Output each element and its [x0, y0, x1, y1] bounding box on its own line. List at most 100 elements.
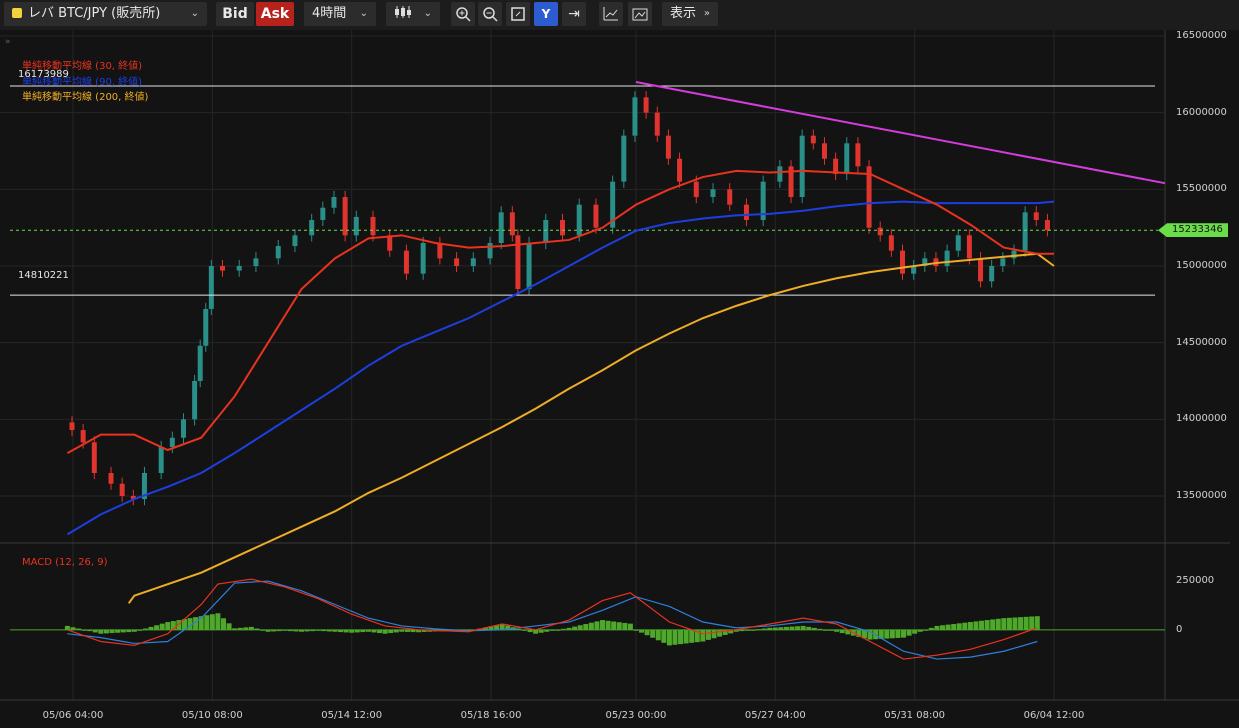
macd-histogram-bar — [689, 629, 695, 643]
macd-histogram-bar — [923, 629, 929, 631]
display-menu[interactable]: 表示 » — [662, 2, 718, 26]
macd-histogram-bar — [1029, 616, 1035, 630]
x-tick: 05/06 04:00 — [42, 710, 104, 721]
macd-histogram-bar — [600, 620, 606, 630]
macd-histogram-bar — [839, 629, 845, 634]
candle-body — [192, 381, 198, 420]
macd-histogram-bar — [661, 629, 667, 643]
screenshot-icon[interactable] — [628, 2, 652, 26]
macd-histogram-bar — [834, 629, 840, 632]
macd-histogram-bar — [901, 629, 907, 638]
macd-histogram-bar — [81, 629, 87, 631]
macd-histogram-bar — [115, 629, 121, 633]
timeframe-select[interactable]: 4時間 ⌄ — [304, 2, 376, 26]
macd-histogram-bar — [767, 627, 773, 630]
toolbar: レバ BTC/JPY (販売所) ⌄ Bid Ask 4時間 ⌄ ⌄ Y ⇥ 表… — [0, 0, 1239, 30]
candlestick-icon — [395, 6, 411, 18]
macd-histogram-bar — [756, 629, 762, 631]
macd-histogram-bar — [276, 629, 282, 632]
macd-histogram-bar — [521, 629, 527, 631]
current-price-flag: 15233346 — [1158, 223, 1228, 238]
macd-histogram-bar — [393, 629, 399, 633]
macd-histogram-bar — [209, 614, 215, 630]
chart-type-select[interactable]: ⌄ — [386, 2, 440, 26]
candle-body — [203, 308, 209, 346]
candle-body — [955, 235, 961, 251]
macd-histogram-bar — [945, 624, 951, 630]
macd-histogram-bar — [951, 623, 957, 630]
macd-histogram-bar — [1034, 616, 1040, 630]
macd-histogram-bar — [995, 618, 1001, 630]
macd-histogram-bar — [783, 626, 789, 630]
macd-histogram-bar — [678, 629, 684, 645]
macd-histogram-bar — [577, 625, 583, 630]
macd-histogram-bar — [817, 628, 823, 630]
chevron-down-icon: ⌄ — [190, 8, 199, 19]
chart-canvas[interactable]: » — [0, 30, 1239, 728]
macd-histogram-bar — [934, 625, 940, 630]
macd-histogram-bar — [666, 629, 672, 646]
symbol-select[interactable]: レバ BTC/JPY (販売所) ⌄ — [4, 2, 207, 26]
macd-histogram-bar — [527, 629, 533, 633]
macd-histogram-bar — [332, 629, 338, 632]
macd-histogram-bar — [917, 629, 923, 632]
macd-histogram-bar — [120, 629, 126, 633]
macd-histogram-bar — [962, 622, 968, 630]
macd-histogram-bar — [64, 625, 70, 630]
macd-histogram-bar — [404, 629, 410, 632]
zoom-in-icon[interactable] — [451, 2, 475, 26]
macd-histogram-bar — [154, 625, 160, 630]
candle-body — [169, 437, 175, 447]
macd-histogram-bar — [126, 629, 132, 633]
macd-histogram-bar — [789, 626, 795, 630]
macd-histogram-bar — [354, 629, 360, 633]
macd-histogram-bar — [611, 621, 617, 630]
macd-histogram-bar — [109, 629, 115, 634]
candle-body — [420, 243, 426, 274]
candle-body — [197, 345, 203, 381]
macd-histogram-bar — [321, 629, 327, 632]
macd-histogram-bar — [555, 629, 561, 631]
macd-histogram-bar — [299, 629, 305, 632]
x-tick: 05/10 08:00 — [181, 710, 243, 721]
macd-histogram-bar — [650, 629, 656, 638]
macd-histogram-bar — [711, 629, 717, 639]
symbol-color-icon — [12, 8, 22, 18]
macd-histogram-bar — [912, 629, 918, 634]
macd-histogram-bar — [956, 623, 962, 630]
ask-button[interactable]: Ask — [256, 2, 294, 26]
macd-histogram-bar — [304, 629, 310, 632]
macd-histogram-bar — [1012, 617, 1018, 630]
add-indicator-icon[interactable] — [599, 2, 623, 26]
macd-histogram-bar — [655, 629, 661, 641]
hline-upper-label: 16173989 — [18, 69, 69, 80]
y-tick: 15500000 — [1176, 183, 1227, 195]
x-tick: 05/27 04:00 — [744, 710, 806, 721]
candle-body — [799, 135, 805, 197]
macd-histogram-bar — [70, 627, 76, 630]
candle-body — [1044, 220, 1050, 231]
candle-body — [208, 266, 214, 309]
collapse-icon[interactable]: » — [5, 37, 11, 47]
auto-scale-icon[interactable]: Y — [534, 2, 558, 26]
y-tick: 16000000 — [1176, 106, 1227, 118]
candle-body — [275, 246, 281, 259]
macd-histogram-bar — [338, 629, 344, 633]
jump-latest-icon[interactable]: ⇥ — [562, 2, 586, 26]
macd-histogram-bar — [940, 625, 946, 630]
macd-histogram-bar — [271, 629, 277, 632]
y-tick: 14000000 — [1176, 413, 1227, 425]
macd-histogram-bar — [326, 629, 332, 632]
y-tick: 13500000 — [1176, 490, 1227, 501]
macd-histogram-bar — [237, 627, 243, 630]
zoom-out-icon[interactable] — [478, 2, 502, 26]
macd-histogram-bar — [148, 626, 154, 630]
macd-histogram-bar — [226, 623, 232, 630]
macd-histogram-bar — [265, 629, 271, 632]
candle-body — [593, 204, 599, 228]
fit-screen-icon[interactable] — [506, 2, 530, 26]
candle-body — [292, 235, 298, 247]
macd-histogram-bar — [795, 626, 801, 630]
candle-body — [526, 243, 532, 289]
bid-button[interactable]: Bid — [216, 2, 254, 26]
